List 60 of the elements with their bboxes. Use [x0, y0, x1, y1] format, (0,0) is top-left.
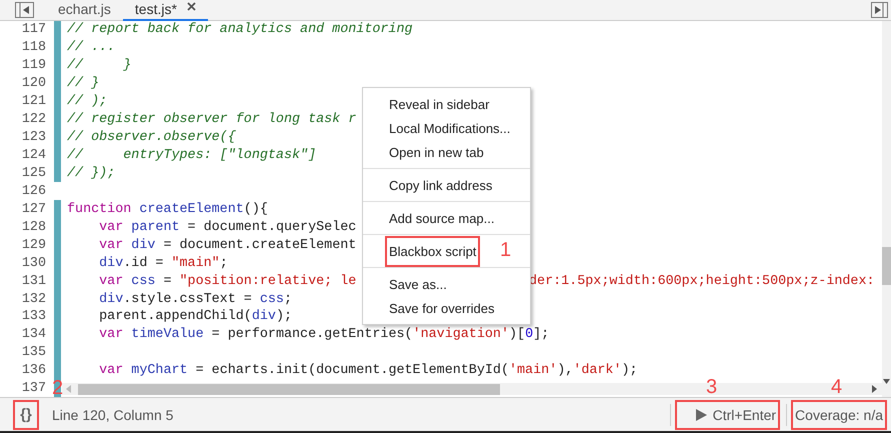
scrollbar-thumb[interactable] — [882, 247, 891, 285]
line-number: 134 — [20, 327, 46, 342]
line-number: 136 — [20, 363, 46, 378]
code-line: // ); — [67, 94, 108, 110]
code-line: div.id = "main"; — [98, 256, 228, 271]
line-number: 120 — [20, 76, 46, 92]
line-number: 126 — [20, 184, 46, 199]
code-line: // } — [67, 58, 132, 74]
line-number: 133 — [20, 309, 46, 324]
file-tab[interactable]: echart.js — [46, 0, 123, 20]
line-number: 131 — [20, 274, 46, 289]
line-number: 117 — [20, 22, 46, 38]
line-number: 119 — [20, 58, 46, 74]
code-line: parent.appendChild(div); — [98, 309, 292, 324]
annotation-number: 4 — [831, 377, 842, 397]
code-line: var parent = document.querySelec — [98, 220, 356, 235]
cursor-position: Line 120, Column 5 — [52, 406, 174, 422]
play-icon — [696, 408, 707, 420]
line-number: 137 — [20, 381, 46, 396]
code-line: var myChart = echarts.init(document.getElementById('main'),'dark'); — [98, 363, 638, 378]
code-line: var div = document.createElement — [98, 238, 356, 253]
line-number: 132 — [20, 292, 46, 307]
sidebar-toggle-icon[interactable] — [15, 2, 34, 18]
line-number: 128 — [20, 220, 46, 235]
annotation-number: 1 — [500, 240, 512, 260]
code-line: var timeValue = performance.getEntries('navigation')[0]; — [98, 327, 550, 342]
code-line: // ... — [67, 40, 116, 56]
menu-item[interactable]: Add source map... — [385, 202, 498, 234]
line-number: 130 — [20, 256, 46, 271]
vertical-scrollbar[interactable] — [882, 21, 891, 397]
line-number: 121 — [20, 94, 46, 110]
line-number: 135 — [20, 345, 46, 360]
debugger-toggle-icon[interactable] — [871, 2, 888, 18]
line-number: 118 — [20, 40, 46, 56]
line-number: 125 — [20, 166, 46, 181]
pretty-print-button[interactable]: {} — [13, 400, 39, 430]
coverage-button[interactable]: Coverage: n/a — [791, 400, 887, 430]
run-button[interactable]: Ctrl+Enter — [675, 400, 780, 430]
line-number: 124 — [20, 148, 46, 164]
code-line: // } — [67, 76, 100, 92]
line-number: 127 — [20, 202, 46, 217]
code-line: // report back for analytics and monitoring — [67, 22, 413, 38]
code-line: // observer.observe({ — [67, 130, 236, 146]
code-line: // register observer for long task r — [67, 112, 356, 128]
line-number: 123 — [20, 130, 46, 146]
code-line: function createElement(){ — [67, 202, 268, 217]
scroll-right-icon[interactable] — [872, 385, 878, 393]
annotation-number: 3 — [706, 377, 718, 397]
file-tab[interactable]: test.js* — [122, 0, 208, 20]
code-line: // entryTypes: ["longtask"] — [67, 148, 316, 164]
code-line: der:1.5px;width:600px;height:500px;z-index: — [529, 274, 875, 289]
menu-item[interactable]: Copy link address — [385, 170, 496, 200]
line-number: 129 — [20, 238, 46, 253]
code-line: var css = "position:relative; le — [98, 274, 356, 289]
code-line: // }); — [67, 166, 116, 181]
menu-item[interactable]: Blackbox script — [385, 236, 480, 266]
scroll-down-icon[interactable] — [883, 379, 890, 384]
close-icon[interactable] — [186, 2, 196, 10]
line-number: 122 — [20, 112, 46, 128]
code-line: div.style.cssText = css; — [98, 292, 292, 307]
